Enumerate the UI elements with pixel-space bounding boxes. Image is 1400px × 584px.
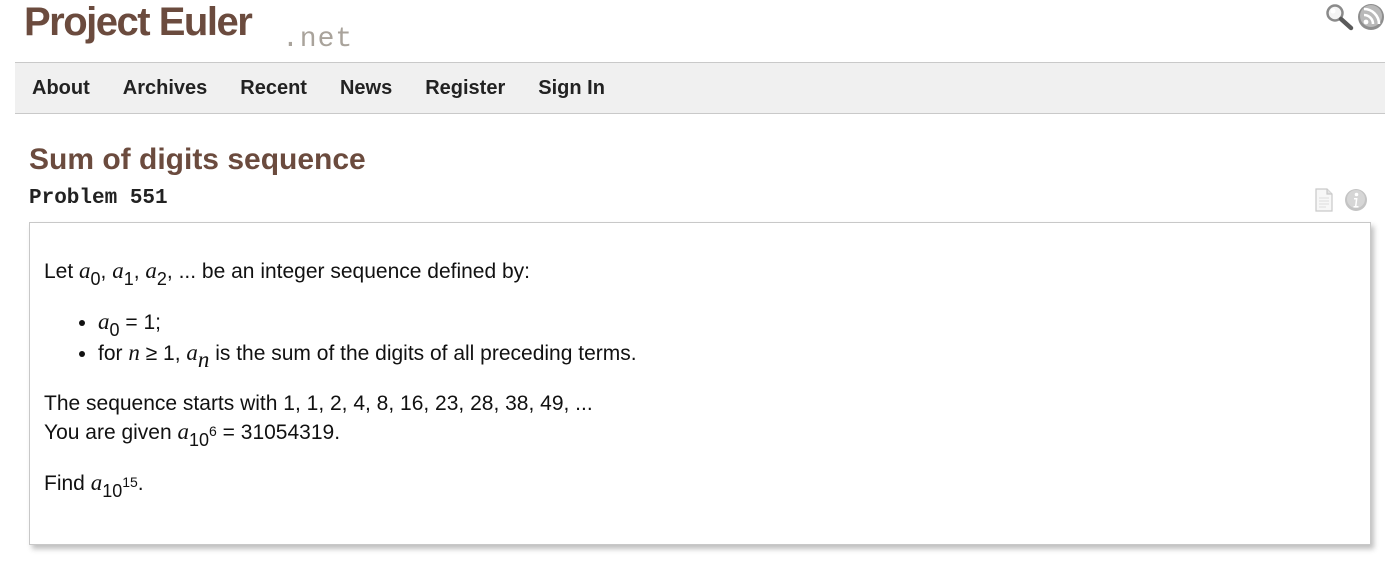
math-var: a [177, 419, 190, 444]
intro-rest: , ... be an integer sequence defined by: [166, 260, 531, 283]
rule-list: a0 = 1; for n ≥ 1, an is the sum of the … [44, 308, 1344, 371]
problem-content-box: Let a0, a1, a2, ... be an integer sequen… [29, 222, 1371, 545]
math-var: a [90, 470, 103, 495]
main-nav: About Archives Recent News Register Sign… [15, 62, 1385, 114]
logo-text: Project Euler [24, 0, 253, 44]
problem-number: Problem 551 [29, 187, 168, 210]
math-var: a [112, 258, 124, 283]
given-value: You are given a106 = 31054319. [44, 418, 1344, 450]
sequence-start: The sequence starts with 1, 1, 2, 4, 8, … [44, 392, 593, 415]
problem-title: Sum of digits sequence [29, 143, 366, 176]
find-prefix: Find [44, 472, 91, 495]
math-subscript: 1 [123, 269, 134, 289]
math-subscript: 2 [156, 269, 167, 289]
math-var: a [79, 258, 91, 283]
nav-register[interactable]: Register [425, 77, 505, 100]
find-rest: . [137, 472, 144, 495]
rule-text: is the sum of the digits of all precedin… [209, 342, 637, 365]
logo-suffix: .net [282, 24, 354, 55]
subscript-base: 10 [102, 481, 123, 501]
math-var: a [186, 340, 198, 365]
info-icon[interactable] [1344, 188, 1368, 212]
math-subscript: 0 [109, 320, 120, 340]
list-item: a0 = 1; [98, 308, 1344, 340]
document-icon[interactable] [1314, 188, 1334, 212]
subscript-base: 10 [189, 430, 210, 450]
problem-intro: Let a0, a1, a2, ... be an integer sequen… [44, 258, 531, 289]
math-subscript: n [198, 348, 210, 371]
list-item: for n ≥ 1, an is the sum of the digits o… [98, 339, 1344, 371]
nav-archives[interactable]: Archives [123, 77, 208, 100]
math-var: a [98, 309, 110, 334]
rule-text: ≥ 1, [139, 342, 187, 365]
nav-sign-in[interactable]: Sign In [538, 77, 605, 100]
given-rest: = 31054319. [216, 421, 341, 444]
math-subscript: 1015 [102, 475, 138, 501]
search-icon[interactable] [1324, 2, 1354, 32]
subscript-exponent: 6 [209, 423, 217, 439]
site-logo[interactable]: Project Euler .net [24, 0, 444, 60]
given-prefix: You are given [44, 421, 178, 444]
problem-content: Let a0, a1, a2, ... be an integer sequen… [44, 257, 1344, 501]
math-var: n [197, 347, 210, 372]
nav-about[interactable]: About [32, 77, 90, 100]
math-var: n [128, 340, 140, 365]
rule-text: for [98, 342, 129, 365]
nav-recent[interactable]: Recent [240, 77, 307, 100]
math-subscript: 106 [189, 424, 217, 450]
problem-icons [1314, 188, 1374, 212]
nav-news[interactable]: News [340, 77, 392, 100]
rule-text: = 1; [119, 311, 161, 334]
math-subscript: 0 [90, 269, 101, 289]
intro-prefix: Let [44, 260, 80, 283]
subscript-exponent: 15 [122, 474, 138, 490]
math-var: a [145, 258, 157, 283]
find-question: Find a1015. [44, 469, 1344, 501]
rss-icon[interactable] [1356, 2, 1386, 32]
